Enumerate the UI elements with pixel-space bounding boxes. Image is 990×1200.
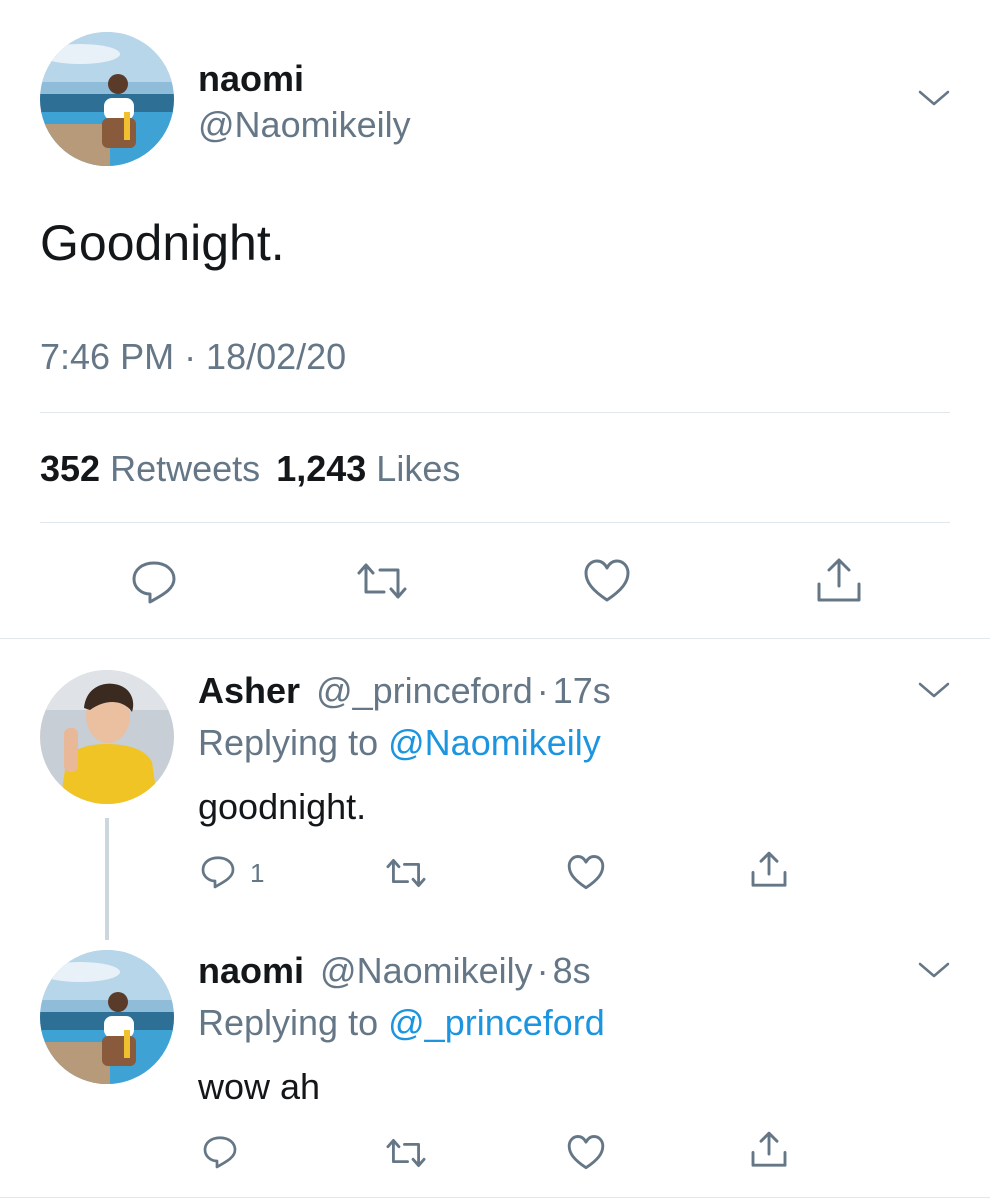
separator: · [536,950,549,991]
replying-handle-link[interactable]: @Naomikeily [388,722,601,763]
display-name[interactable]: Asher [198,670,300,711]
divider [0,638,990,639]
like-icon[interactable] [566,1134,606,1171]
reply-icon[interactable] [200,854,236,890]
chevron-down-icon[interactable] [916,958,952,982]
divider [0,1197,990,1198]
handle[interactable]: @Naomikeily [198,104,411,146]
retweet-icon[interactable] [384,1136,428,1170]
divider [40,412,950,413]
replying-to: Replying to @_princeford [198,1002,605,1044]
display-name[interactable]: naomi [198,58,304,100]
tweet-timestamp[interactable]: 7:46 PM · 18/02/20 [40,336,346,378]
reply-time[interactable]: 17s [553,670,611,711]
retweet-label: Retweets [110,448,261,489]
thread-line [105,818,109,940]
avatar[interactable] [40,950,174,1084]
reply-time[interactable]: 8s [553,950,591,991]
share-icon[interactable] [749,1130,789,1170]
retweet-count: 352 [40,448,101,489]
engagement-stats: 352 Retweets 1,243 Likes [40,448,460,490]
reply-text: wow ah [198,1066,321,1107]
share-icon[interactable] [749,850,789,890]
reply-icon[interactable] [130,558,178,606]
handle[interactable]: @Naomikeily [320,950,533,991]
chevron-down-icon[interactable] [916,86,952,110]
replying-to: Replying to @Naomikeily [198,722,601,764]
like-stat[interactable]: 1,243 Likes [276,448,460,489]
replying-label: Replying to [198,1002,379,1043]
reply-count: 1 [250,858,265,888]
reply-icon[interactable] [202,1134,238,1170]
retweet-icon[interactable] [384,856,428,890]
retweet-stat[interactable]: 352 Retweets [40,448,260,489]
retweet-icon[interactable] [354,560,410,602]
chevron-down-icon[interactable] [916,678,952,702]
share-icon[interactable] [814,556,864,606]
reply-header: naomi @Naomikeily · 8s [198,950,591,992]
reply-header: Asher @_princeford · 17s [198,670,611,712]
divider [40,522,950,523]
avatar[interactable] [40,32,174,166]
handle[interactable]: @_princeford [316,670,533,711]
replying-label: Replying to [198,722,379,763]
separator: · [536,670,549,711]
reply-text: goodnight. [198,786,367,827]
like-label: Likes [376,448,461,489]
avatar[interactable] [40,670,174,804]
replying-handle-link[interactable]: @_princeford [388,1002,605,1043]
like-icon[interactable] [582,558,632,604]
display-name[interactable]: naomi [198,950,304,991]
like-count: 1,243 [276,448,367,489]
like-icon[interactable] [566,854,606,891]
tweet-text: Goodnight. [40,215,285,271]
